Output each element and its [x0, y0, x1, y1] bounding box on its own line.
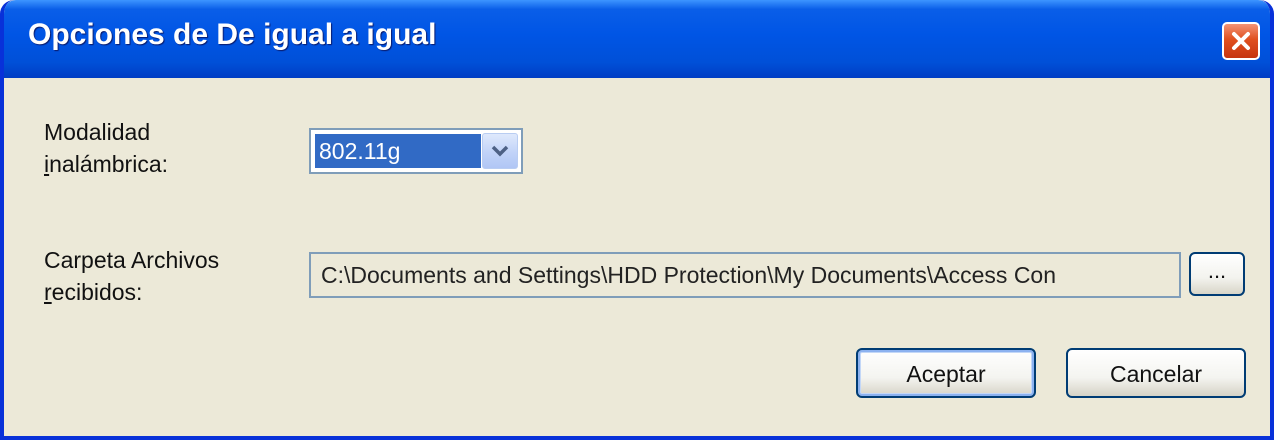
close-icon — [1232, 32, 1250, 50]
dropdown-button[interactable] — [482, 133, 518, 169]
title-bar[interactable]: Opciones de De igual a igual — [4, 0, 1270, 78]
chevron-down-icon — [491, 145, 509, 157]
window-title: Opciones de De igual a igual — [28, 18, 437, 51]
dialog-window: Opciones de De igual a igual Modalidad i… — [0, 0, 1274, 440]
close-button[interactable] — [1222, 22, 1260, 60]
browse-button[interactable]: ... — [1189, 252, 1245, 296]
wireless-mode-value: 802.11g — [315, 134, 481, 168]
cancel-button[interactable]: Cancelar — [1066, 348, 1246, 398]
accept-button[interactable]: Aceptar — [856, 348, 1036, 398]
received-folder-label: Carpeta Archivos recibidos: — [44, 247, 220, 305]
wireless-mode-select[interactable]: 802.11g — [309, 128, 523, 174]
received-folder-path-field[interactable]: C:\Documents and Settings\HDD Protection… — [309, 252, 1181, 298]
wireless-mode-label: Modalidad inalámbrica: — [44, 119, 169, 177]
